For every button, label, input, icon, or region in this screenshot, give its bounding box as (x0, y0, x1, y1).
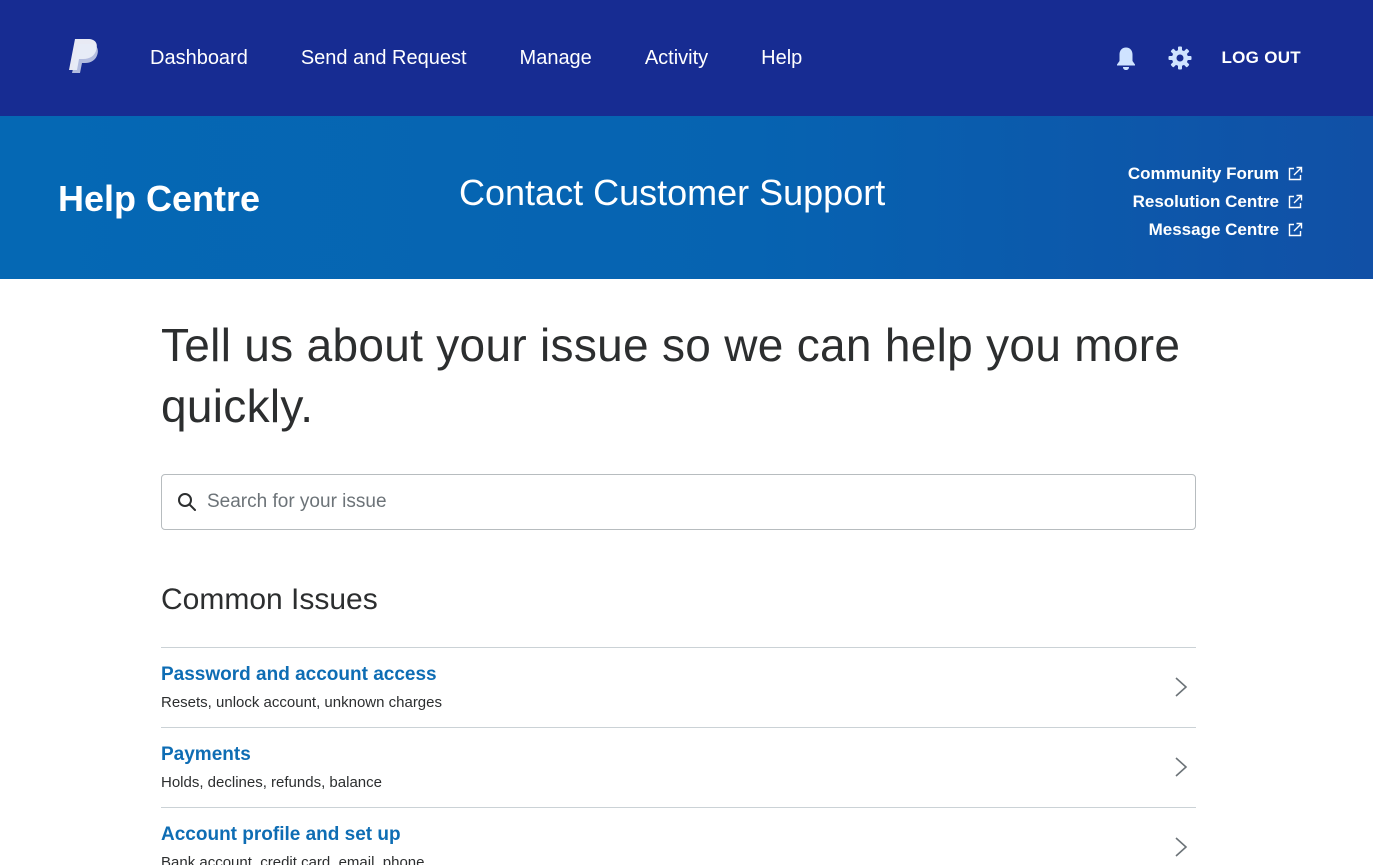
banner-links: Community Forum Resolution Centre Messag… (1128, 160, 1303, 244)
gear-icon[interactable] (1167, 45, 1193, 71)
community-forum-link[interactable]: Community Forum (1128, 160, 1303, 188)
resolution-centre-label: Resolution Centre (1132, 192, 1279, 211)
issue-account-profile-setup[interactable]: Account profile and set up Bank account,… (161, 807, 1196, 865)
help-centre-title[interactable]: Help Centre (58, 178, 260, 220)
message-centre-label: Message Centre (1148, 220, 1279, 239)
external-link-icon (1288, 222, 1303, 237)
issue-title[interactable]: Payments (161, 744, 251, 766)
search-icon (178, 493, 196, 511)
issue-payments[interactable]: Payments Holds, declines, refunds, balan… (161, 727, 1196, 807)
nav-actions: LOG OUT (1113, 0, 1301, 116)
nav-activity[interactable]: Activity (645, 47, 708, 70)
external-link-icon (1288, 166, 1303, 181)
nav-manage[interactable]: Manage (520, 47, 592, 70)
issue-subtitle: Bank account, credit card, email, phone (161, 854, 425, 865)
main-nav: Dashboard Send and Request Manage Activi… (150, 0, 855, 116)
message-centre-link[interactable]: Message Centre (1128, 216, 1303, 244)
resolution-centre-link[interactable]: Resolution Centre (1128, 188, 1303, 216)
issue-password-account-access[interactable]: Password and account access Resets, unlo… (161, 647, 1196, 727)
issue-title[interactable]: Password and account access (161, 664, 437, 686)
issue-subtitle: Resets, unlock account, unknown charges (161, 694, 442, 711)
community-forum-label: Community Forum (1127, 164, 1279, 183)
chevron-right-icon (1175, 837, 1188, 857)
page-headline: Tell us about your issue so we can help … (161, 319, 1181, 432)
issues-list: Password and account access Resets, unlo… (161, 647, 1196, 865)
help-banner: Help Centre Contact Customer Support Com… (0, 116, 1373, 279)
paypal-logo[interactable] (66, 37, 98, 75)
common-issues-title: Common Issues (161, 583, 378, 616)
external-link-icon (1288, 194, 1303, 209)
page-heading: Contact Customer Support (459, 172, 886, 213)
top-navigation: Dashboard Send and Request Manage Activi… (0, 0, 1373, 116)
chevron-right-icon (1175, 677, 1188, 697)
issue-title[interactable]: Account profile and set up (161, 824, 401, 846)
nav-send-and-request[interactable]: Send and Request (301, 47, 467, 70)
chevron-right-icon (1175, 757, 1188, 777)
main-content: Tell us about your issue so we can help … (161, 279, 1196, 865)
issue-subtitle: Holds, declines, refunds, balance (161, 774, 382, 791)
search-box[interactable] (161, 474, 1196, 530)
search-input[interactable] (207, 482, 1167, 522)
logout-button[interactable]: LOG OUT (1221, 48, 1301, 68)
nav-help[interactable]: Help (761, 47, 802, 70)
nav-dashboard[interactable]: Dashboard (150, 47, 248, 70)
bell-icon[interactable] (1113, 45, 1139, 71)
